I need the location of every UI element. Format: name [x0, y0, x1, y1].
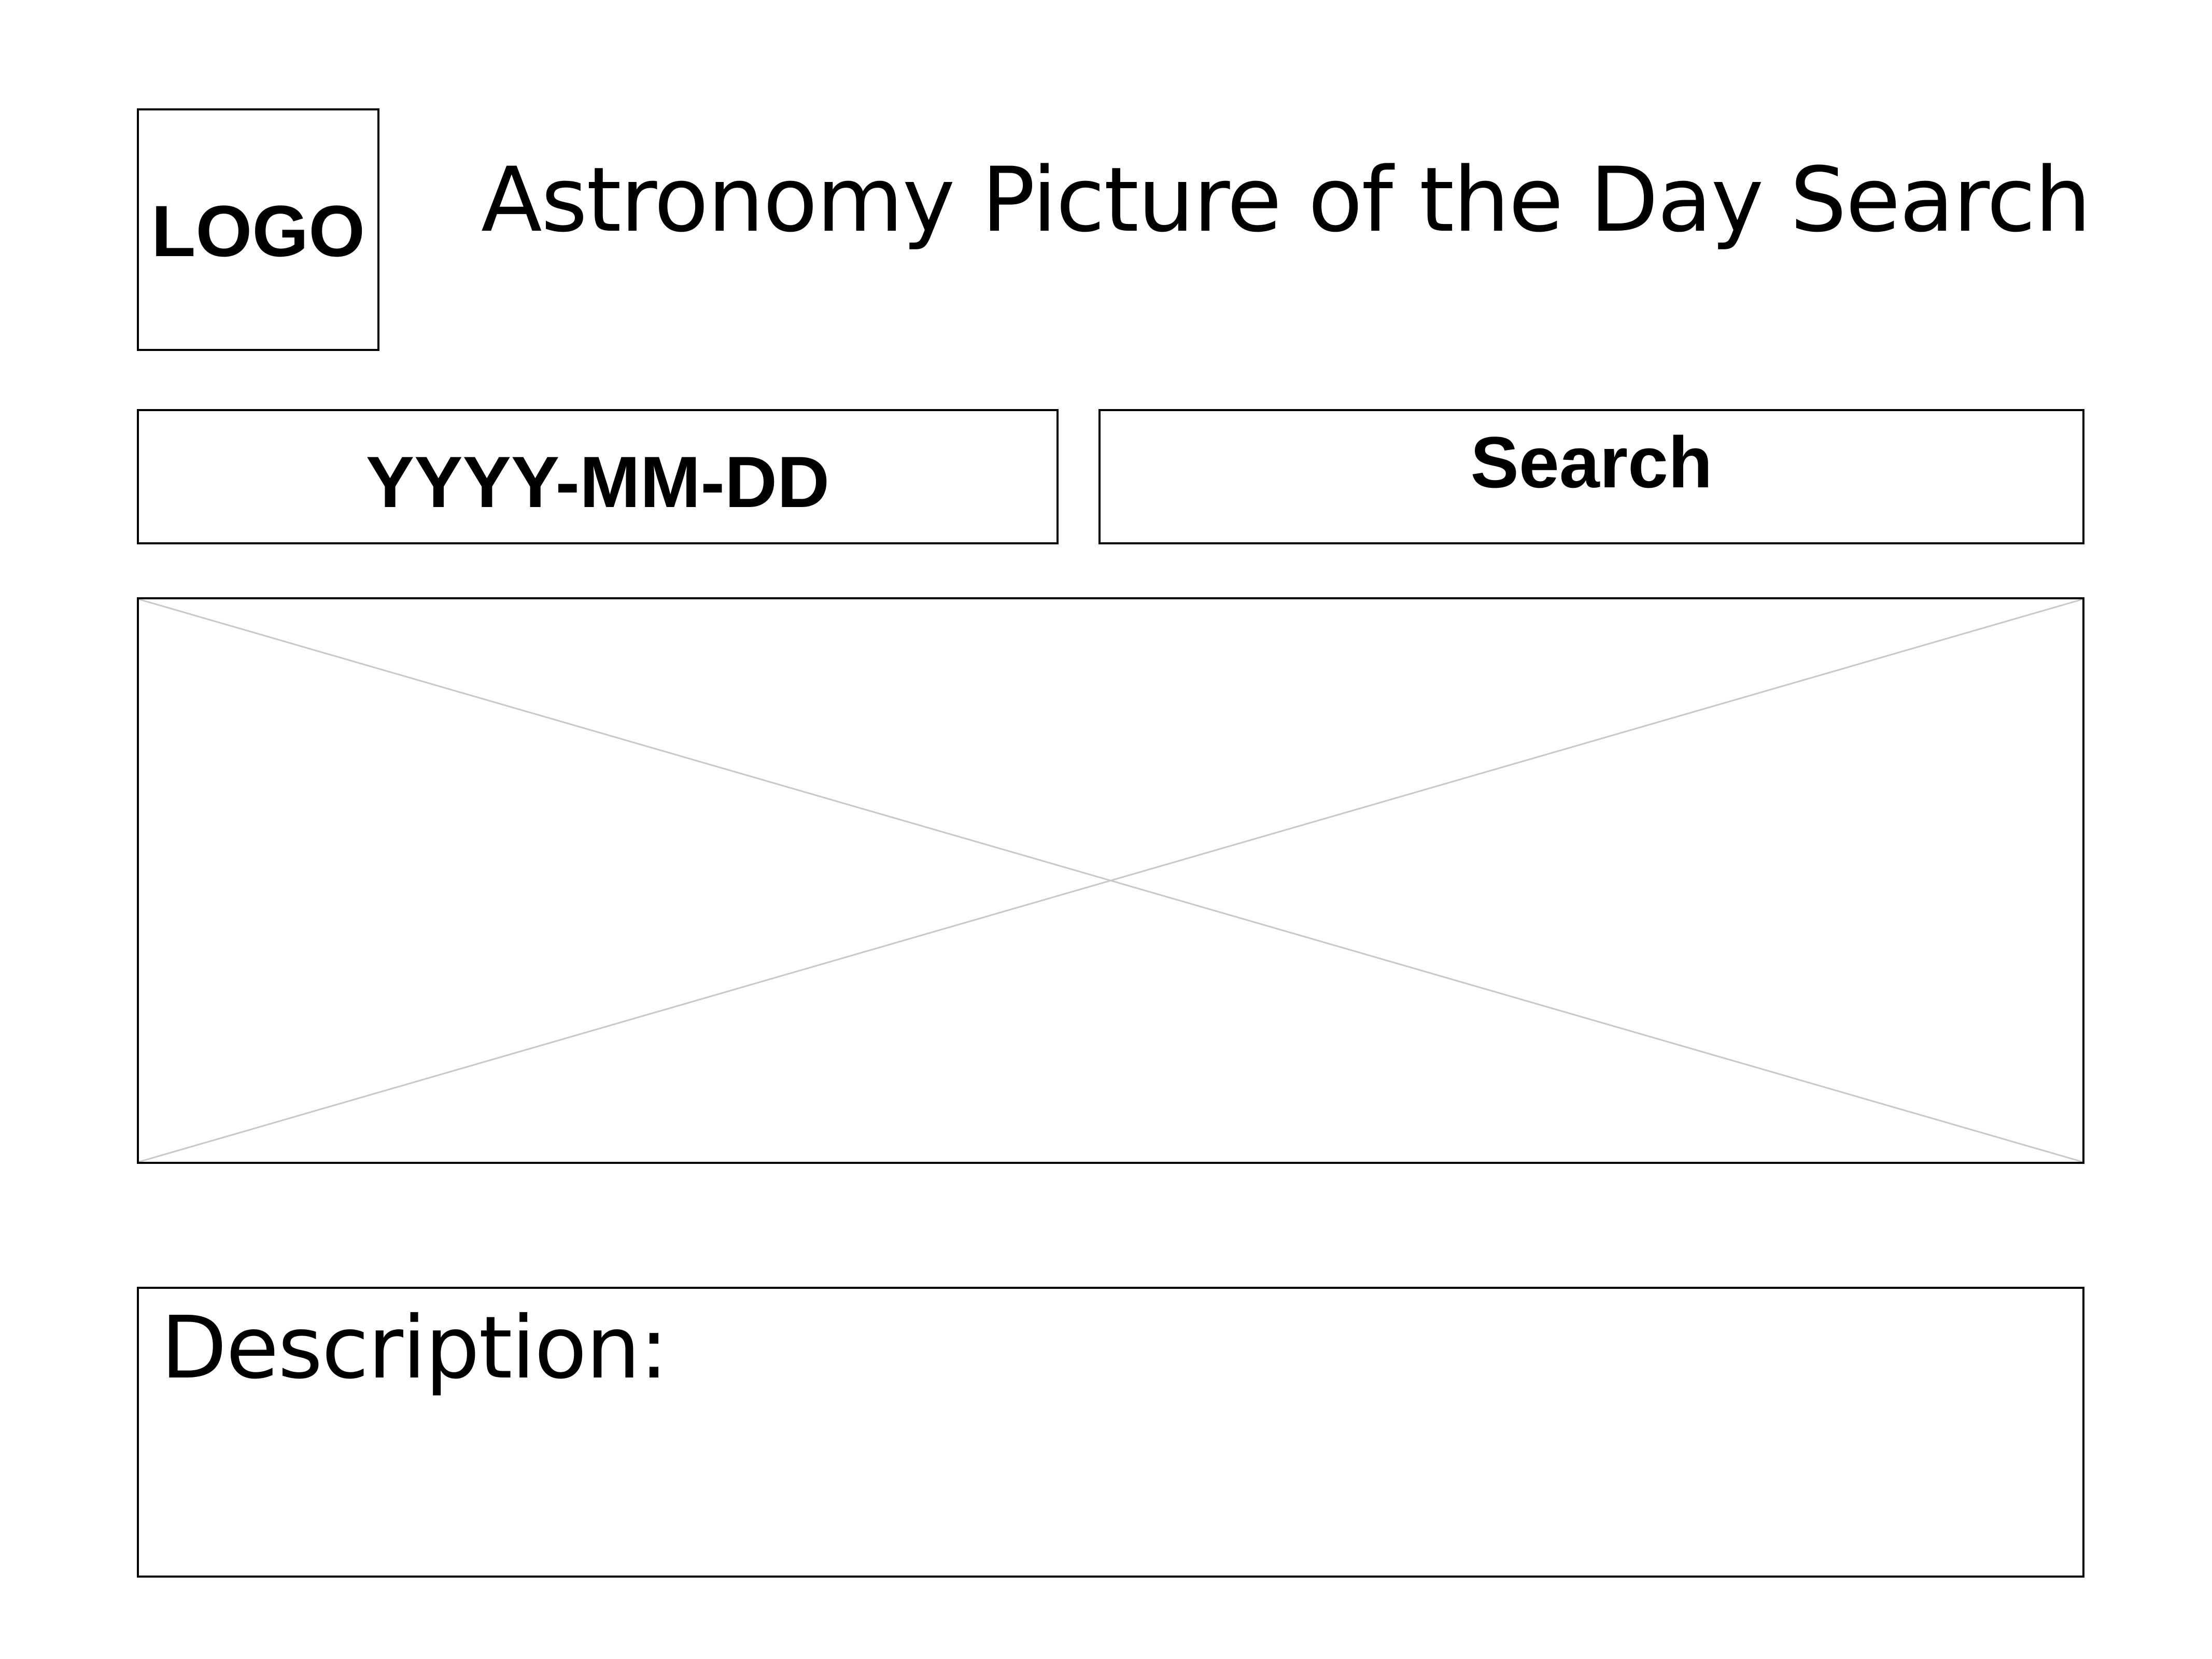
date-input[interactable] — [139, 411, 1056, 542]
description-label: Description: — [161, 1298, 668, 1398]
image-placeholder-cross-icon — [139, 599, 2082, 1162]
page-title: Astronomy Picture of the Day Search — [481, 148, 2091, 252]
search-button-label: Search — [1470, 421, 1713, 503]
logo: LOGO — [137, 108, 379, 351]
search-button[interactable]: Search — [1098, 409, 2084, 544]
picture-placeholder — [137, 597, 2084, 1164]
page: LOGO Astronomy Picture of the Day Search… — [0, 0, 2212, 1659]
date-input-field[interactable] — [137, 409, 1059, 544]
description-panel: Description: — [137, 1287, 2084, 1578]
logo-text: LOGO — [151, 190, 365, 272]
